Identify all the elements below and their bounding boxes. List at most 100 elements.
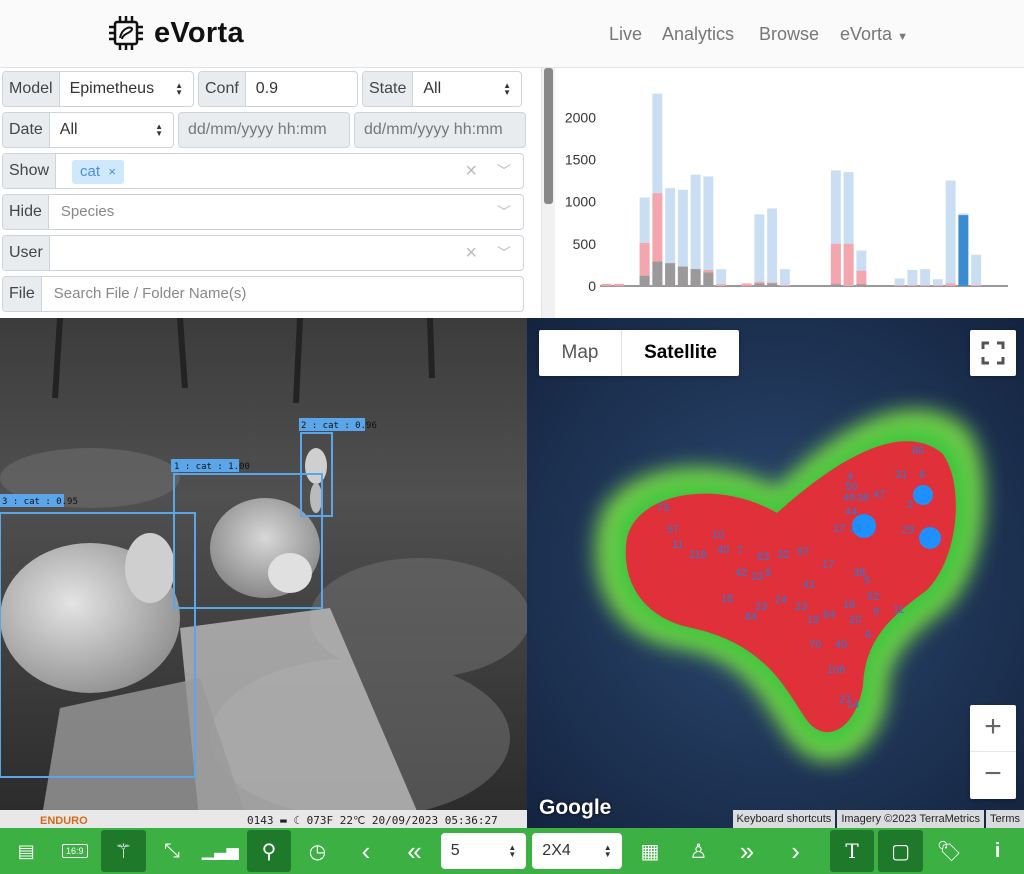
person-filter-button[interactable]: ♙	[676, 830, 721, 872]
map-point-label[interactable]: 11	[893, 604, 904, 616]
map-point-label[interactable]: 118	[689, 549, 707, 561]
chart-bar[interactable]	[779, 269, 790, 286]
chart-bar[interactable]	[779, 285, 790, 286]
text-overlay-button[interactable]: T	[829, 830, 875, 872]
date-to-input[interactable]: dd/mm/yyyy hh:mm	[354, 112, 526, 148]
map-point-label[interactable]: 18	[721, 593, 733, 605]
hide-multiselect[interactable]: Species ﹀	[49, 195, 523, 229]
fullscreen-button[interactable]	[970, 330, 1016, 376]
map-point-label[interactable]: 84	[745, 611, 757, 623]
map-point-label[interactable]: 7	[737, 545, 743, 557]
map-point-label[interactable]: 2	[907, 499, 913, 511]
layout-toggle-button[interactable]: ▤	[4, 830, 49, 872]
map-point-label[interactable]: 29	[902, 524, 914, 536]
chart-bar[interactable]	[716, 269, 727, 286]
map-point-label[interactable]: 44	[845, 506, 857, 518]
auto-tool-button[interactable]: ⚚	[101, 830, 146, 872]
last-page-button[interactable]: »	[725, 830, 770, 872]
chart-bar[interactable]	[894, 278, 905, 286]
camera-trap-image[interactable]: 1 : cat : 1.00 2 : cat : 0.96 3 : cat : …	[0, 318, 527, 828]
chart-bar[interactable]	[856, 270, 867, 286]
chevron-down-icon[interactable]: ﹀	[497, 154, 511, 188]
chart-bar[interactable]	[843, 243, 854, 286]
chart-bar[interactable]	[767, 208, 778, 286]
bounding-box-button[interactable]: ▢	[878, 830, 923, 872]
map-point-label[interactable]: 47	[873, 489, 885, 501]
info-button[interactable]: i	[975, 830, 1020, 872]
map-point-label[interactable]: 63	[757, 551, 769, 563]
filter-scrollbar[interactable]	[541, 68, 555, 318]
map-type-satellite-button[interactable]: Satellite	[621, 330, 739, 376]
chart-bar[interactable]	[754, 283, 765, 286]
map-point-label[interactable]: 52	[867, 591, 879, 603]
map-point-label[interactable]: 64	[823, 609, 835, 621]
map-point-label[interactable]: 9	[873, 606, 879, 618]
chart-bar[interactable]	[767, 283, 778, 286]
map-point-label[interactable]: 6	[919, 469, 925, 481]
chart-bar[interactable]	[677, 266, 688, 286]
map-point-label[interactable]: 16	[843, 599, 855, 611]
grid-size-select[interactable]: 2X4 ▲ ▼	[532, 833, 622, 869]
chart-bar[interactable]	[920, 285, 931, 286]
chart-bar[interactable]	[830, 243, 841, 286]
nav-browse[interactable]: Browse	[759, 24, 819, 45]
clear-icon[interactable]: ×	[465, 154, 477, 188]
scrollbar-thumb[interactable]	[544, 68, 553, 204]
grid-view-button[interactable]: ▦	[628, 830, 673, 872]
previous-button[interactable]: ‹	[344, 830, 389, 872]
collapse-button[interactable]: ⤡	[150, 830, 195, 872]
chart-bar[interactable]	[945, 180, 956, 286]
map-point-label[interactable]: 70	[809, 639, 821, 651]
map-point-label[interactable]: 17	[833, 523, 845, 535]
chart-bar[interactable]	[690, 269, 701, 286]
brand[interactable]: eVorta	[108, 15, 244, 51]
map-point-label[interactable]: 40	[717, 544, 729, 556]
chart-bar[interactable]	[920, 269, 931, 286]
map-point-label[interactable]: 40	[835, 639, 847, 651]
file-search-input[interactable]: Search File / Folder Name(s)	[42, 277, 523, 311]
chart-bar[interactable]	[754, 214, 765, 286]
map-point-label[interactable]: 73	[657, 502, 669, 514]
clear-icon[interactable]: ×	[465, 236, 477, 270]
map-point-label[interactable]: 49	[843, 492, 855, 504]
tags-button[interactable]: 🏷︎	[927, 830, 972, 872]
user-multiselect[interactable]: × ﹀	[50, 236, 523, 270]
chart-bar[interactable]	[614, 283, 625, 286]
map-point-label[interactable]: 33	[751, 571, 763, 583]
first-page-button[interactable]: «	[392, 830, 437, 872]
date-select[interactable]: All ▲ ▼	[50, 113, 173, 147]
map-point-label[interactable]: 14	[847, 699, 859, 711]
per-page-select[interactable]: 5 ▲ ▼	[440, 833, 527, 869]
chevron-down-icon[interactable]: ﹀	[497, 236, 511, 270]
map-view-button[interactable]: ⚲	[246, 830, 292, 872]
chart-bar[interactable]	[932, 279, 943, 286]
chart-bar[interactable]	[971, 254, 982, 286]
map-point-label[interactable]: 86	[912, 445, 924, 457]
chart-bar[interactable]	[601, 283, 612, 286]
state-select[interactable]: All ▲ ▼	[413, 72, 521, 106]
map-point-label[interactable]: 11	[672, 539, 683, 551]
map-point-label[interactable]: 106	[827, 664, 845, 676]
tag-cat[interactable]: cat ×	[72, 160, 124, 184]
tag-remove-icon[interactable]: ×	[108, 164, 116, 179]
map-point-label[interactable]: 10	[712, 529, 724, 541]
chart-bar[interactable]	[665, 263, 676, 286]
chart-view-button[interactable]: ▁▃▅	[198, 830, 243, 872]
chart-bar[interactable]	[652, 261, 663, 286]
chart-bar[interactable]	[703, 272, 714, 286]
zoom-out-button[interactable]: −	[970, 752, 1016, 799]
chart-bar[interactable]	[958, 215, 969, 286]
chart-bar[interactable]	[894, 285, 905, 286]
chart-bar[interactable]	[856, 284, 867, 286]
map-point-label[interactable]: 41	[803, 579, 815, 591]
chart-bar[interactable]	[830, 284, 841, 286]
map-point-label[interactable]: 17	[822, 559, 834, 571]
map-point-label[interactable]: 31	[895, 469, 907, 481]
chart-bar[interactable]	[716, 284, 727, 286]
nav-analytics[interactable]: Analytics	[662, 24, 734, 45]
map-point-label[interactable]: 13	[849, 523, 861, 535]
map-point-label[interactable]: 23	[795, 601, 807, 613]
map-point-label[interactable]: 20	[849, 614, 861, 626]
map-point-label[interactable]: 32	[777, 549, 789, 561]
model-select[interactable]: Epimetheus ▲ ▼	[60, 72, 193, 106]
